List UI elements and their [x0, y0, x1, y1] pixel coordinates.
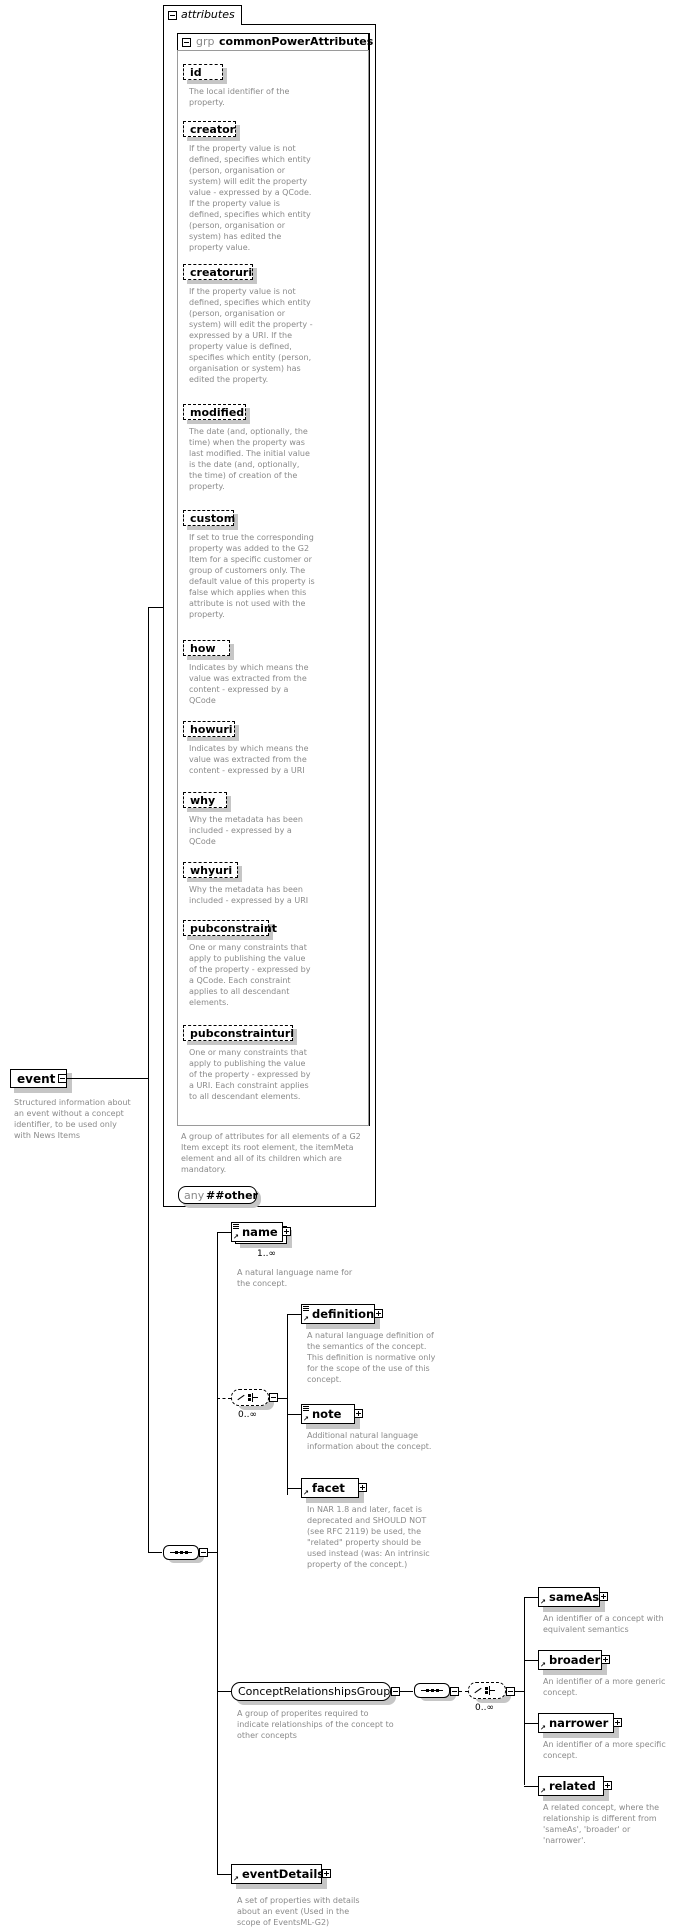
- choice-compositor[interactable]: [231, 1389, 269, 1406]
- reference-arrow-icon: ↗: [540, 1661, 546, 1669]
- choice-element-label: note: [312, 1407, 342, 1421]
- event-details-label: eventDetails: [242, 1867, 325, 1881]
- attribute-why[interactable]: why: [183, 792, 227, 808]
- reference-arrow-icon: ↗: [233, 1875, 239, 1883]
- choice-element-label: facet: [312, 1481, 345, 1495]
- relationship-element-label: broader: [549, 1653, 601, 1667]
- reference-arrow-icon: ↗: [233, 1233, 239, 1241]
- inner-choice-occurrence: 0..∞: [475, 1703, 494, 1713]
- attribute-pubconstrainturi[interactable]: pubconstrainturi: [183, 1025, 294, 1041]
- attribute-description: One or many constraints that apply to pu…: [189, 1048, 311, 1101]
- concept-group-description: A group of properites required to indica…: [237, 1709, 394, 1740]
- concept-relationships-group[interactable]: ConceptRelationshipsGroup: [231, 1682, 391, 1701]
- documentation-icon: [303, 1406, 309, 1412]
- group-prefix: grp: [196, 35, 215, 48]
- attribute-pubconstraint[interactable]: pubconstraint: [183, 920, 277, 936]
- attribute-description: If the property value is not defined, sp…: [189, 287, 313, 384]
- collapse-attributes-icon[interactable]: [168, 11, 177, 20]
- choice-element-definition[interactable]: ↗ definition: [301, 1304, 375, 1324]
- collapse-inner-choice-icon[interactable]: [506, 1687, 515, 1696]
- relationship-element-description: An identifier of a more generic concept.: [543, 1677, 666, 1697]
- choice-element-facet[interactable]: ↗ facet: [301, 1478, 359, 1498]
- group-label: ConceptRelationshipsGroup: [238, 1685, 391, 1698]
- attribute-description: The date (and, optionally, the time) whe…: [189, 427, 310, 491]
- expand-note-icon[interactable]: [354, 1409, 363, 1418]
- relationship-element-label: related: [549, 1779, 596, 1793]
- inner-sequence-compositor[interactable]: [414, 1683, 450, 1698]
- event-details-element[interactable]: ↗ eventDetails: [231, 1864, 325, 1884]
- choice-occurrence: 0..∞: [238, 1410, 257, 1420]
- name-description: A natural language name for the concept.: [237, 1268, 353, 1288]
- attribute-description: If the property value is not defined, sp…: [189, 144, 312, 252]
- reference-arrow-icon: ↗: [540, 1598, 546, 1606]
- collapse-group-icon[interactable]: [182, 38, 191, 47]
- attribute-modified[interactable]: modified: [183, 404, 246, 420]
- reference-arrow-icon: ↗: [303, 1489, 309, 1497]
- expand-broader-icon[interactable]: [601, 1655, 610, 1664]
- attribute-description: The local identifier of the property.: [189, 87, 290, 107]
- any-prefix: any: [184, 1189, 205, 1202]
- attributes-title: attributes: [181, 8, 235, 21]
- attribute-description: If set to true the corresponding propert…: [189, 533, 315, 619]
- sequence-compositor[interactable]: [163, 1545, 199, 1560]
- relationship-element-label: sameAs: [549, 1590, 600, 1604]
- group-name: commonPowerAttributes: [219, 35, 374, 48]
- inner-choice-compositor[interactable]: [468, 1682, 506, 1699]
- expand-narrower-icon[interactable]: [613, 1718, 622, 1727]
- relationship-element-sameAs[interactable]: ↗ sameAs: [538, 1587, 600, 1607]
- expand-definition-icon[interactable]: [374, 1309, 383, 1318]
- attribute-id[interactable]: id: [183, 64, 223, 80]
- attribute-description: Why the metadata has been included - exp…: [189, 815, 303, 846]
- any-name: ##other: [206, 1189, 258, 1202]
- attribute-description: Why the metadata has been included - exp…: [189, 885, 309, 905]
- name-element[interactable]: ↗ name: [231, 1222, 283, 1242]
- choice-element-description: Additional natural language information …: [307, 1431, 432, 1451]
- event-details-description: A set of properties with details about a…: [237, 1896, 360, 1927]
- attribute-custom[interactable]: custom: [183, 510, 235, 526]
- reference-arrow-icon: ↗: [303, 1415, 309, 1423]
- choice-element-note[interactable]: ↗ note: [301, 1404, 355, 1424]
- collapse-inner-sequence-icon[interactable]: [450, 1687, 459, 1696]
- choice-element-label: definition: [312, 1307, 375, 1321]
- documentation-icon: [233, 1224, 239, 1230]
- expand-facet-icon[interactable]: [358, 1483, 367, 1492]
- group-description: A group of attributes for all elements o…: [181, 1132, 361, 1174]
- attribute-creatoruri[interactable]: creatoruri: [183, 264, 253, 280]
- expand-name-icon[interactable]: [282, 1227, 291, 1236]
- attribute-howuri[interactable]: howuri: [183, 721, 235, 737]
- documentation-icon: [303, 1306, 309, 1312]
- collapse-concept-group-icon[interactable]: [391, 1687, 400, 1696]
- relationship-element-related[interactable]: ↗ related: [538, 1776, 604, 1796]
- attribute-description: One or many constraints that apply to pu…: [189, 943, 311, 1007]
- reference-arrow-icon: ↗: [540, 1724, 546, 1732]
- attribute-description: Indicates by which means the value was e…: [189, 663, 309, 705]
- collapse-choice-icon[interactable]: [269, 1393, 278, 1402]
- relationship-element-label: narrower: [549, 1716, 609, 1730]
- reference-arrow-icon: ↗: [303, 1315, 309, 1323]
- collapse-event-icon[interactable]: [58, 1074, 67, 1083]
- relationship-element-description: A related concept, where the relationshi…: [543, 1803, 660, 1845]
- any-other-wildcard[interactable]: any ##other: [178, 1186, 258, 1204]
- name-occurrence: 1..∞: [257, 1249, 276, 1259]
- event-description: Structured information about an event wi…: [14, 1098, 131, 1140]
- expand-event-details-icon[interactable]: [322, 1869, 331, 1878]
- attribute-creator[interactable]: creator: [183, 121, 236, 137]
- relationship-element-broader[interactable]: ↗ broader: [538, 1650, 602, 1670]
- relationship-element-description: An identifier of a more specific concept…: [543, 1740, 666, 1760]
- expand-related-icon[interactable]: [603, 1781, 612, 1790]
- relationship-element-description: An identifier of a concept with equivale…: [543, 1614, 664, 1634]
- attribute-whyuri[interactable]: whyuri: [183, 862, 238, 878]
- collapse-sequence-icon[interactable]: [199, 1548, 208, 1557]
- event-label: event: [17, 1072, 56, 1086]
- name-label: name: [242, 1225, 278, 1239]
- choice-element-description: In NAR 1.8 and later, facet is deprecate…: [307, 1505, 430, 1569]
- attribute-description: Indicates by which means the value was e…: [189, 744, 309, 775]
- relationship-element-narrower[interactable]: ↗ narrower: [538, 1713, 614, 1733]
- reference-arrow-icon: ↗: [540, 1787, 546, 1795]
- expand-sameAs-icon[interactable]: [599, 1592, 608, 1601]
- choice-element-description: A natural language definition of the sem…: [307, 1331, 436, 1384]
- attribute-how[interactable]: how: [183, 640, 230, 656]
